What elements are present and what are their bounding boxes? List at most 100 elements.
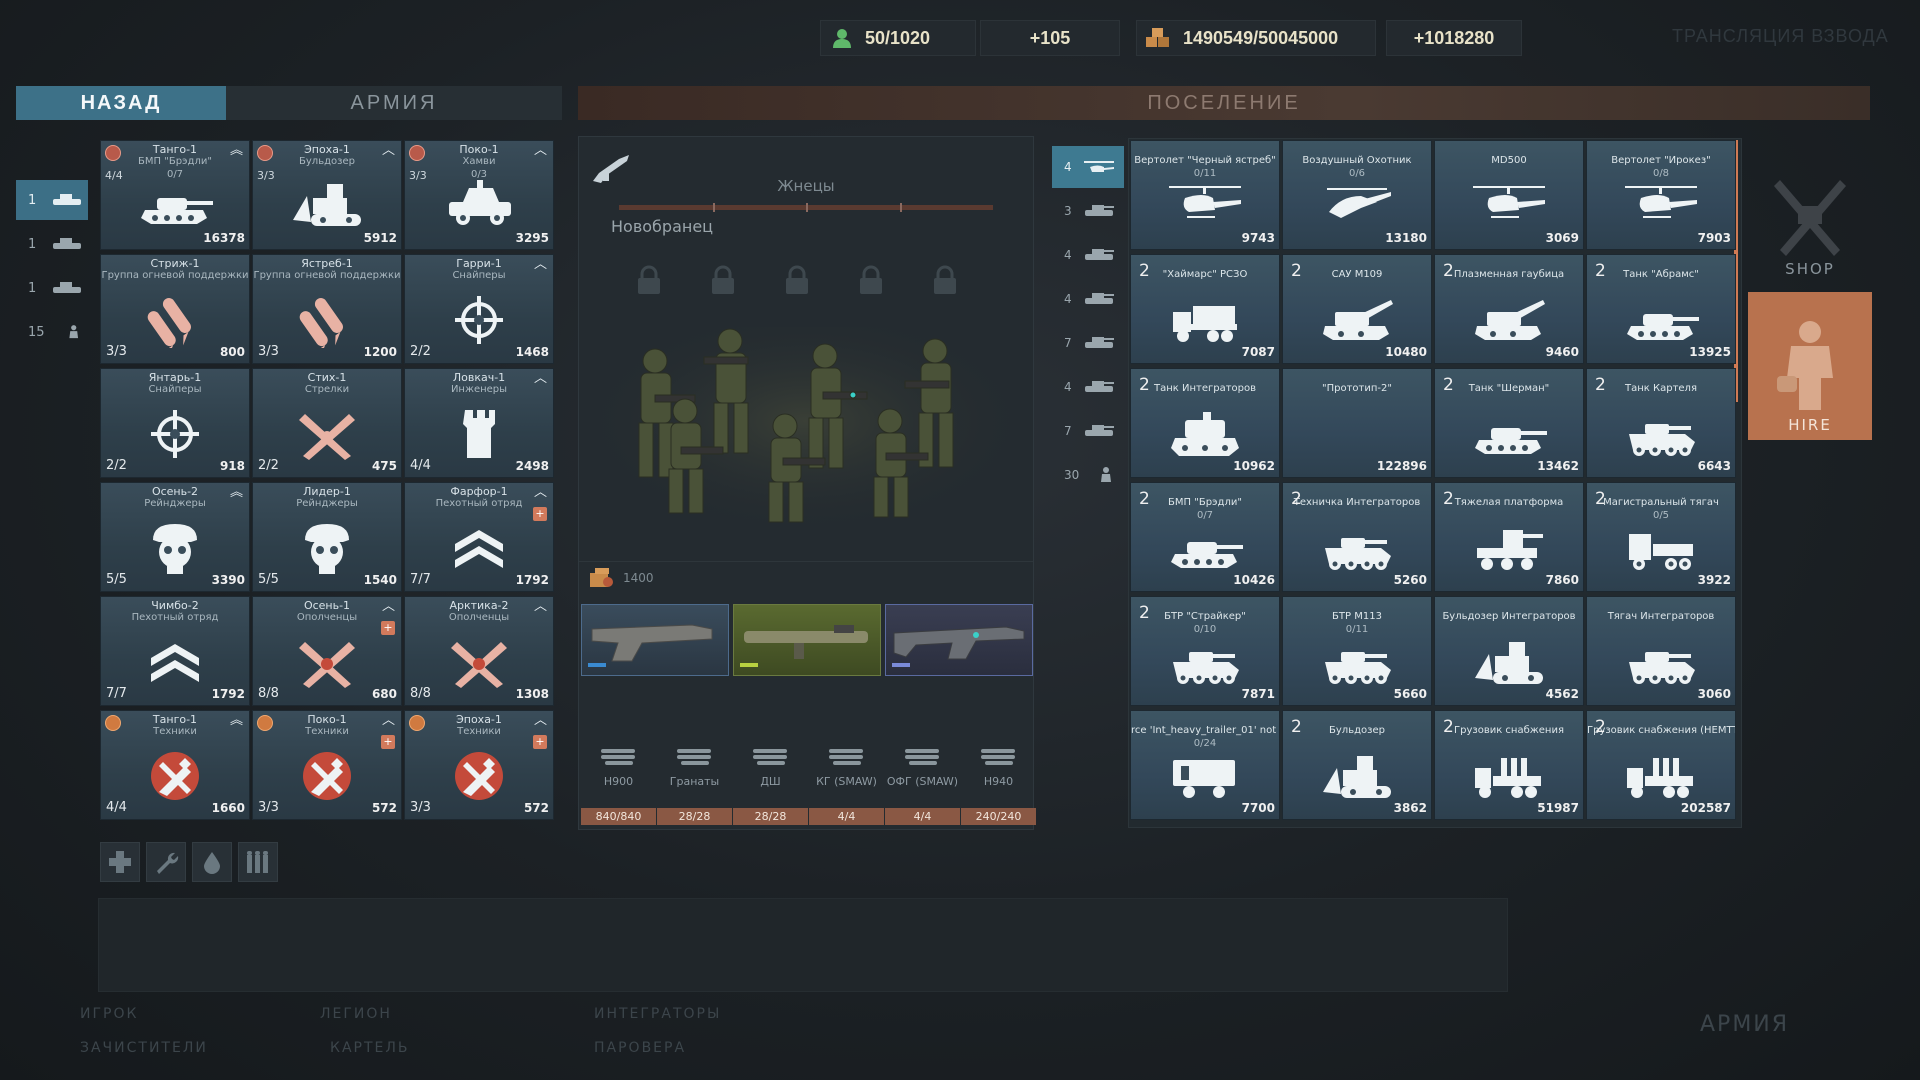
- unit-price: 3060: [1697, 687, 1731, 701]
- unit-level: 2: [1443, 489, 1454, 509]
- squad-card[interactable]: Поко-1 Техники ︿ +3/3 572: [252, 710, 402, 820]
- squad-card[interactable]: Осень-2 Рейнджеры ︽ 5/5 3390: [100, 482, 250, 592]
- supply-icon: [1475, 758, 1541, 798]
- squad-card[interactable]: Ловкач-1 Инженеры ︿ 4/4 2498: [404, 368, 554, 478]
- filter-count: 15: [28, 324, 45, 340]
- ammo-name: КГ (SMAW): [816, 775, 877, 788]
- shop-unit-card[interactable]: Бульдозер 2 3862: [1282, 710, 1432, 820]
- squad-card[interactable]: Фарфор-1 Пехотный отряд ︿ +7/7 1792: [404, 482, 554, 592]
- shop-unit-card[interactable]: rce 'Int_heavy_trailer_01' not found]0/2…: [1130, 710, 1280, 820]
- unit-type-filter-8[interactable]: 30: [1052, 454, 1124, 496]
- vehicle-filter-2[interactable]: 1: [16, 224, 88, 264]
- shop-unit-card[interactable]: Вертолет "Черный ястреб" 0/11 9743: [1130, 140, 1280, 250]
- shop-unit-card[interactable]: Грузовик снабжения (HEMTT) 2 202587: [1586, 710, 1736, 820]
- weapon-slot-1[interactable]: [581, 604, 729, 676]
- filter-count: 7: [1064, 336, 1072, 350]
- tab-army[interactable]: АРМИЯ: [226, 86, 562, 120]
- squad-card[interactable]: Янтарь-1 Снайперы 2/2 918: [100, 368, 250, 478]
- unit-type-filter-4[interactable]: 4: [1052, 278, 1124, 320]
- shop-unit-card[interactable]: Танк "Шерман" 2 13462: [1434, 368, 1584, 478]
- filter-count: 4: [1064, 292, 1072, 306]
- unit-icon-wrap: [1131, 523, 1279, 575]
- ammo-tool-button[interactable]: [238, 842, 278, 882]
- unit-price: 51987: [1537, 801, 1579, 815]
- squad-card[interactable]: Осень-1 Ополченцы ︿ +8/8 680: [252, 596, 402, 706]
- ammo-slot: КГ (SMAW) 4/4: [809, 741, 884, 825]
- vehicle-filter-4[interactable]: 15: [16, 312, 88, 352]
- shop-unit-card[interactable]: Магистральный тягач 0/5 2 3922: [1586, 482, 1736, 592]
- shop-unit-card[interactable]: БТР M113 0/11 5660: [1282, 596, 1432, 706]
- shop-unit-card[interactable]: САУ M109 2 10480: [1282, 254, 1432, 364]
- vehicle-filter-1[interactable]: 1: [16, 180, 88, 220]
- squad-card[interactable]: Поко-1 Хамви ︿ 3/3 0/3 3295: [404, 140, 554, 250]
- vehicle-filter-3[interactable]: 1: [16, 268, 88, 308]
- unit-type-filter-2[interactable]: 3: [1052, 190, 1124, 232]
- shop-unit-card[interactable]: Тяжелая платформа 2 7860: [1434, 482, 1584, 592]
- shop-unit-card[interactable]: Тягач Интеграторов 3060: [1586, 596, 1736, 706]
- medic-tool-button[interactable]: [100, 842, 140, 882]
- unit-name: "Хаймарс" РСЗО: [1162, 269, 1248, 280]
- squad-card[interactable]: Танго-1 БМП "Брэдли" ︽ 4/4 0/7 16378: [100, 140, 250, 250]
- repair-tool-button[interactable]: [146, 842, 186, 882]
- squad-card[interactable]: Эпоха-1 Бульдозер ︿ 3/3 5912: [252, 140, 402, 250]
- filter-count: 30: [1064, 468, 1080, 482]
- shop-unit-card[interactable]: "Прототип-2" 122896: [1282, 368, 1432, 478]
- squad-card[interactable]: Танго-1 Техники ︽ 4/4 1660: [100, 710, 250, 820]
- shop-unit-card[interactable]: Вертолет "Ирокез" 0/8 7903: [1586, 140, 1736, 250]
- filter-count: 3: [1064, 204, 1072, 218]
- squad-icon-wrap: [101, 177, 249, 233]
- shop-unit-card[interactable]: MD500 3069: [1434, 140, 1584, 250]
- squad-card[interactable]: Ястреб-1 Группа огневой поддержки 3/3 1200: [252, 254, 402, 364]
- back-button[interactable]: НАЗАД: [16, 86, 226, 120]
- unit-icon-wrap: [1435, 637, 1583, 689]
- unit-icon-wrap: [1587, 637, 1735, 689]
- ammo-name: ОФГ (SMAW): [886, 775, 959, 788]
- squad-card[interactable]: Чимбо-2 Пехотный отряд 7/7 1792: [100, 596, 250, 706]
- shop-unit-card[interactable]: БТР "Страйкер" 0/10 2 7871: [1130, 596, 1280, 706]
- unit-type-filter-1[interactable]: 4: [1052, 146, 1124, 188]
- truck-icon: [1084, 337, 1114, 348]
- shop-button[interactable]: SHOP: [1748, 140, 1872, 284]
- unit-price: 7087: [1241, 345, 1275, 359]
- tab-settlement[interactable]: ПОСЕЛЕНИЕ: [578, 86, 1870, 120]
- shop-unit-card[interactable]: Воздушный Охотник 0/6 13180: [1282, 140, 1432, 250]
- squad-count: 3/3: [410, 800, 431, 815]
- faction-emblem-icon: [409, 145, 425, 161]
- squad-card[interactable]: Стих-1 Стрелки 2/2 475: [252, 368, 402, 478]
- shop-unit-card[interactable]: Танк Интеграторов 2 10962: [1130, 368, 1280, 478]
- weapon-slot-3[interactable]: [885, 604, 1033, 676]
- shop-unit-card[interactable]: "Хаймарс" РСЗО 2 7087: [1130, 254, 1280, 364]
- squad-type: Группа огневой поддержки: [253, 270, 401, 281]
- filter-count: 7: [1064, 424, 1072, 438]
- squad-name: Осень-2: [151, 485, 199, 498]
- squad-card[interactable]: Эпоха-1 Техники ︿ +3/3 572: [404, 710, 554, 820]
- shop-unit-card[interactable]: Техничка Интеграторов 2 5260: [1282, 482, 1432, 592]
- shop-unit-card[interactable]: Грузовик снабжения 2 51987: [1434, 710, 1584, 820]
- squad-card[interactable]: Гарри-1 Снайперы ︿ 2/2 1468: [404, 254, 554, 364]
- unit-type-filter-6[interactable]: 4: [1052, 366, 1124, 408]
- weapon-slot-2[interactable]: [733, 604, 881, 676]
- unit-type-filter-5[interactable]: 7: [1052, 322, 1124, 364]
- soldier-hire-icon: [1777, 321, 1833, 410]
- squad-card[interactable]: Арктика-2 Ополченцы ︿ 8/8 1308: [404, 596, 554, 706]
- wrench-icon: [151, 752, 199, 800]
- hire-button[interactable]: HIRE: [1748, 292, 1872, 440]
- squad-icon-wrap: [253, 405, 401, 461]
- apc-icon: [1325, 652, 1391, 684]
- unit-name: Танк Картеля: [1625, 383, 1697, 394]
- shop-unit-card[interactable]: Танк Картеля 2 6643: [1586, 368, 1736, 478]
- ammo-type-icon: [828, 749, 863, 765]
- unit-type-filter-7[interactable]: 7: [1052, 410, 1124, 452]
- squad-card[interactable]: Стриж-1 Группа огневой поддержки 3/3 800: [100, 254, 250, 364]
- filter-count: 1: [28, 236, 37, 252]
- shop-unit-card[interactable]: БМП "Брэдли" 0/7 2 10426: [1130, 482, 1280, 592]
- shop-unit-card[interactable]: Бульдозер Интеграторов 4562: [1434, 596, 1584, 706]
- squad-icon-wrap: [253, 177, 401, 233]
- fuel-tool-button[interactable]: [192, 842, 232, 882]
- squad-name: Эпоха-1: [304, 143, 350, 156]
- unit-type-filter-3[interactable]: 4: [1052, 234, 1124, 276]
- unit-level: 2: [1595, 717, 1606, 737]
- squad-card[interactable]: Лидер-1 Рейнджеры 5/5 1540: [252, 482, 402, 592]
- shop-unit-card[interactable]: Плазменная гаубица 2 9460: [1434, 254, 1584, 364]
- shop-unit-card[interactable]: Танк "Абрамс" 2 13925: [1586, 254, 1736, 364]
